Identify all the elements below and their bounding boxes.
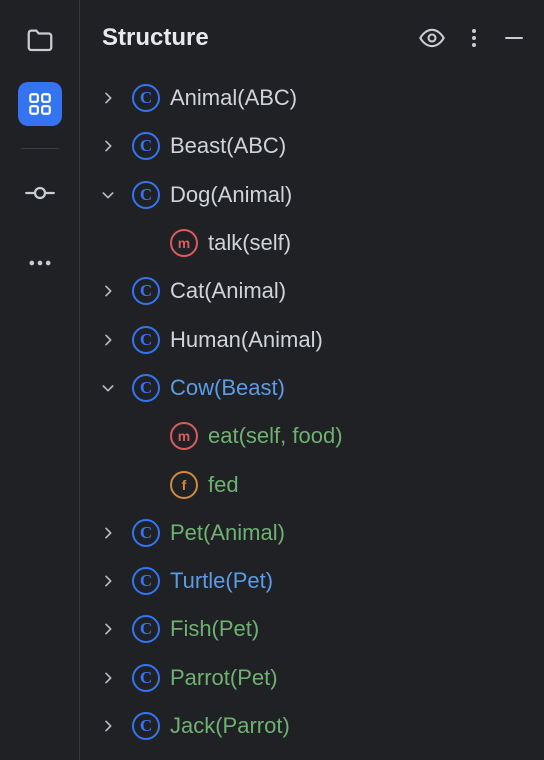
- commit-icon: [25, 178, 55, 208]
- tree-node[interactable]: C Cat(Animal): [84, 267, 544, 315]
- chevron-right-icon[interactable]: [98, 668, 118, 688]
- tree-node[interactable]: C Animal(ABC): [84, 74, 544, 122]
- panel-title: Structure: [102, 24, 418, 52]
- class-badge-icon: C: [132, 615, 160, 643]
- class-badge-icon: C: [132, 664, 160, 692]
- tree-node[interactable]: C Dog(Animal): [84, 171, 544, 219]
- node-label: Dog(Animal): [170, 182, 292, 208]
- class-badge-icon: C: [132, 326, 160, 354]
- more-horizontal-icon: [26, 249, 54, 277]
- structure-icon: [27, 91, 53, 117]
- tool-window-bar: [0, 0, 80, 760]
- chevron-right-icon[interactable]: [98, 716, 118, 736]
- tree-node[interactable]: C Turtle(Pet): [84, 557, 544, 605]
- node-label: Cat(Animal): [170, 278, 286, 304]
- node-label: Beast(ABC): [170, 133, 286, 159]
- chevron-right-icon[interactable]: [98, 88, 118, 108]
- structure-tool-button[interactable]: [18, 82, 62, 126]
- node-label: Jack(Parrot): [170, 713, 290, 739]
- app-root: Structure: [0, 0, 544, 760]
- tree-node[interactable]: C Jack(Parrot): [84, 702, 544, 750]
- class-badge-icon: C: [132, 84, 160, 112]
- commit-tool-button[interactable]: [18, 171, 62, 215]
- method-badge-icon: m: [170, 229, 198, 257]
- node-label: Cow(Beast): [170, 375, 285, 401]
- project-tool-button[interactable]: [18, 18, 62, 62]
- node-label: Animal(ABC): [170, 85, 297, 111]
- chevron-right-icon[interactable]: [98, 523, 118, 543]
- tree-node[interactable]: C Pet(Animal): [84, 509, 544, 557]
- panel-menu-button[interactable]: [470, 26, 478, 50]
- class-badge-icon: C: [132, 519, 160, 547]
- tree-node[interactable]: C Human(Animal): [84, 315, 544, 363]
- class-badge-icon: C: [132, 374, 160, 402]
- node-label: talk(self): [208, 230, 291, 256]
- node-label: Fish(Pet): [170, 616, 259, 642]
- view-options-button[interactable]: [418, 24, 446, 52]
- chevron-down-icon[interactable]: [98, 378, 118, 398]
- node-label: fed: [208, 472, 239, 498]
- node-label: eat(self, food): [208, 423, 343, 449]
- class-badge-icon: C: [132, 132, 160, 160]
- structure-tree[interactable]: CAnimal(ABC)CBeast(ABC)CDog(Animal)mtalk…: [80, 74, 544, 750]
- hide-panel-button[interactable]: [502, 26, 526, 50]
- tree-node[interactable]: C Parrot(Pet): [84, 654, 544, 702]
- panel-header: Structure: [80, 12, 544, 74]
- class-badge-icon: C: [132, 712, 160, 740]
- chevron-right-icon[interactable]: [98, 619, 118, 639]
- tree-node[interactable]: C Beast(ABC): [84, 122, 544, 170]
- chevron-down-icon[interactable]: [98, 185, 118, 205]
- more-tools-button[interactable]: [18, 241, 62, 285]
- node-label: Parrot(Pet): [170, 665, 278, 691]
- tree-node[interactable]: ffed: [84, 460, 544, 508]
- chevron-right-icon[interactable]: [98, 136, 118, 156]
- node-label: Pet(Animal): [170, 520, 285, 546]
- class-badge-icon: C: [132, 567, 160, 595]
- class-badge-icon: C: [132, 277, 160, 305]
- node-label: Human(Animal): [170, 327, 323, 353]
- tree-node[interactable]: m talk(self): [84, 219, 544, 267]
- separator: [21, 148, 59, 149]
- panel-header-actions: [418, 24, 526, 52]
- tree-node[interactable]: C Fish(Pet): [84, 605, 544, 653]
- structure-panel: Structure: [80, 0, 544, 760]
- field-badge-icon: f: [170, 471, 198, 499]
- folder-icon: [25, 25, 55, 55]
- method-badge-icon: m: [170, 422, 198, 450]
- chevron-right-icon[interactable]: [98, 571, 118, 591]
- node-label: Turtle(Pet): [170, 568, 273, 594]
- chevron-right-icon[interactable]: [98, 330, 118, 350]
- class-badge-icon: C: [132, 181, 160, 209]
- chevron-right-icon[interactable]: [98, 281, 118, 301]
- tree-node[interactable]: m eat(self, food): [84, 412, 544, 460]
- tree-node[interactable]: C Cow(Beast): [84, 364, 544, 412]
